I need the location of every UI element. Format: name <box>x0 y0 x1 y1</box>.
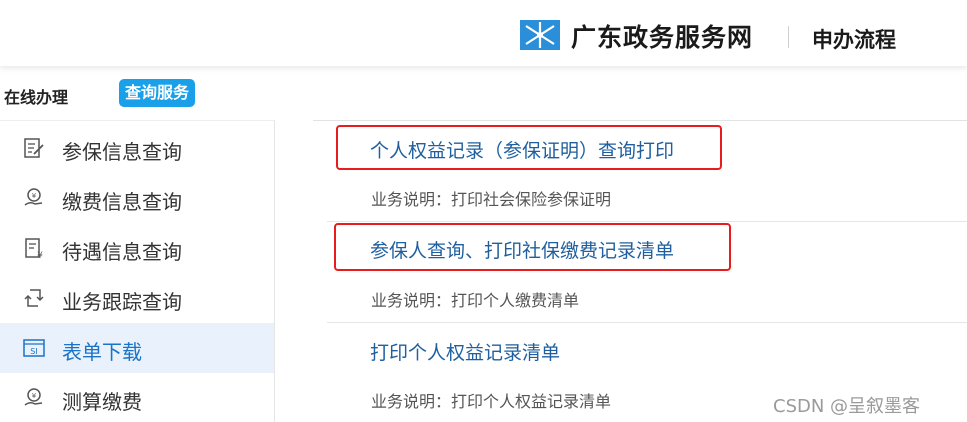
sidebar-item-label: 测算缴费 <box>62 390 142 414</box>
sidebar-item-benefit-info[interactable]: ¥ 待遇信息查询 <box>0 223 274 273</box>
sidebar-item-tracking[interactable]: 业务跟踪查询 <box>0 273 274 323</box>
service-link-rights-record[interactable]: 个人权益记录（参保证明）查询打印 <box>370 136 674 163</box>
svg-text:¥: ¥ <box>32 392 37 400</box>
form-window-icon: SI <box>23 339 45 357</box>
tab-online-service[interactable]: 在线办理 <box>4 84 68 108</box>
divider <box>327 322 967 323</box>
sidebar-item-label: 业务跟踪查询 <box>62 290 182 314</box>
edit-document-icon <box>24 138 44 158</box>
svg-text:SI: SI <box>30 347 37 356</box>
sidebar-item-form-download[interactable]: SI 表单下载 <box>0 323 274 373</box>
guangdong-logo-icon[interactable] <box>520 20 560 50</box>
service-link-payment-record[interactable]: 参保人查询、打印社保缴费记录清单 <box>370 236 674 263</box>
sidebar-item-calculate-payment[interactable]: ¥ 测算缴费 <box>0 373 274 422</box>
document-yen-icon: ¥ <box>25 238 43 260</box>
sidebar-item-insurance-info[interactable]: 参保信息查询 <box>0 123 274 173</box>
site-header: 广东政务服务网 申办流程 <box>0 0 967 66</box>
refresh-arrows-icon <box>24 289 44 307</box>
coin-hand-icon: ¥ <box>24 388 43 406</box>
service-description: 业务说明：打印社会保险参保证明 <box>371 190 612 209</box>
service-link-rights-list[interactable]: 打印个人权益记录清单 <box>370 338 560 365</box>
svg-text:¥: ¥ <box>32 192 37 200</box>
service-list: 个人权益记录（参保证明）查询打印 业务说明：打印社会保险参保证明 参保人查询、打… <box>313 120 967 422</box>
divider <box>313 120 967 121</box>
sidebar-item-label: 参保信息查询 <box>62 140 182 164</box>
coin-hand-icon: ¥ <box>24 188 43 206</box>
divider <box>327 221 967 222</box>
sidebar-item-label: 缴费信息查询 <box>62 190 182 214</box>
watermark: CSDN @呈叙墨客 <box>773 396 921 417</box>
header-subtitle[interactable]: 申办流程 <box>812 24 896 54</box>
tab-query-service[interactable]: 查询服务 <box>119 79 196 107</box>
service-description: 业务说明：打印个人缴费清单 <box>371 291 580 310</box>
sidebar-item-label: 表单下载 <box>62 340 142 364</box>
service-description: 业务说明：打印个人权益记录清单 <box>371 392 612 411</box>
site-title[interactable]: 广东政务服务网 <box>571 18 753 54</box>
sidebar: 参保信息查询 ¥ 缴费信息查询 ¥ 待遇信息查询 业务跟踪查询 SI 表单下载 … <box>0 120 275 422</box>
sidebar-item-label: 待遇信息查询 <box>62 240 182 264</box>
svg-text:¥: ¥ <box>37 251 43 260</box>
sidebar-item-payment-info[interactable]: ¥ 缴费信息查询 <box>0 173 274 223</box>
header-divider <box>788 26 789 48</box>
